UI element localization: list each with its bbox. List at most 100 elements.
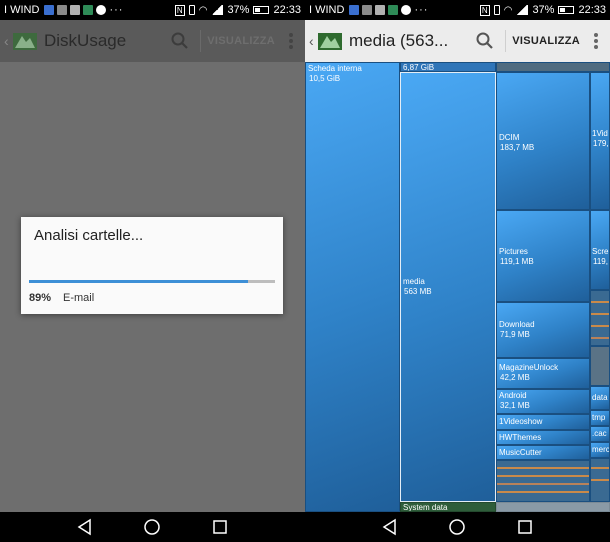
action-bar: ‹ DiskUsage VISUALIZZA: [0, 20, 305, 62]
overflow-menu-icon[interactable]: [594, 33, 598, 49]
diskusage-logo-icon[interactable]: [12, 30, 38, 52]
view-button[interactable]: VISUALIZZA: [207, 35, 275, 47]
tile-size: 71,9 MB: [500, 330, 530, 339]
treemap-tile[interactable]: media 563 MB: [400, 72, 496, 502]
nav-home-icon[interactable]: [448, 518, 466, 536]
treemap-stripe: [591, 467, 609, 469]
treemap-tile[interactable]: Pictures 119,1 MB: [496, 210, 590, 302]
treemap-tile[interactable]: .cac: [590, 426, 610, 442]
treemap-stripe: [497, 475, 589, 477]
treemap-tile[interactable]: Scre 119,: [590, 210, 610, 290]
diskusage-logo-icon[interactable]: [317, 30, 343, 52]
navigation-bar: [0, 512, 305, 542]
notification-icon: [362, 5, 373, 15]
treemap-tile[interactable]: System data: [400, 502, 496, 512]
notification-icon: [388, 5, 399, 15]
tile-name: System data: [403, 503, 448, 512]
tile-name: Android: [499, 391, 527, 400]
treemap-tile[interactable]: merc: [590, 442, 610, 458]
nav-back-icon[interactable]: [76, 518, 94, 536]
treemap-stripe: [591, 337, 609, 339]
tile-name: .cac: [592, 429, 607, 438]
treemap-tile[interactable]: MagazineUnlock 42,2 MB: [496, 358, 590, 389]
notification-icon: [70, 5, 81, 15]
treemap[interactable]: Scheda interna 10,5 GiB 6,87 GiB media 5…: [305, 62, 610, 512]
back-chevron-icon[interactable]: ‹: [4, 33, 12, 49]
progress-percent: 89%: [29, 292, 52, 304]
nav-home-icon[interactable]: [143, 518, 161, 536]
treemap-tile[interactable]: tmp: [590, 410, 610, 426]
more-notifications-icon: ···: [414, 4, 429, 16]
treemap-stripe: [497, 491, 589, 493]
view-button[interactable]: VISUALIZZA: [512, 35, 580, 47]
divider: [505, 30, 507, 52]
search-icon[interactable]: [475, 31, 495, 51]
overflow-menu-icon[interactable]: [289, 33, 293, 49]
tile-name: HWThemes: [499, 433, 542, 442]
treemap-tile[interactable]: 6,87 GiB: [400, 62, 496, 72]
battery-percent: 37%: [227, 4, 250, 16]
progress-fill: [29, 280, 248, 283]
right-screen: I WIND ··· N ◠ 37% 22:33 ‹ media (563...…: [305, 0, 610, 542]
tile-size: 10,5 GiB: [309, 74, 341, 83]
vibrate-icon: [493, 5, 500, 15]
treemap-tile[interactable]: [496, 62, 610, 72]
treemap-tile[interactable]: DCIM 183,7 MB: [496, 72, 590, 210]
tile-size: 119,: [593, 257, 608, 266]
tile-size: 183,7 MB: [500, 143, 535, 152]
carrier-label: I WIND: [309, 4, 345, 16]
more-notifications-icon: ···: [109, 4, 124, 16]
wifi-icon: ◠: [198, 4, 208, 16]
google-icon: [96, 5, 107, 15]
wifi-icon: ◠: [503, 4, 513, 16]
current-folder-label: E-mail: [63, 292, 95, 304]
treemap-tile[interactable]: Scheda interna 10,5 GiB: [305, 62, 400, 512]
treemap-stripe: [497, 467, 589, 469]
search-icon[interactable]: [170, 31, 190, 51]
tile-size: 32,1 MB: [500, 401, 530, 410]
tile-name: Pictures: [499, 247, 528, 256]
treemap-stripe: [497, 483, 589, 485]
nav-back-icon[interactable]: [381, 518, 399, 536]
treemap-stripe: [591, 325, 609, 327]
treemap-tile[interactable]: [590, 346, 610, 386]
tile-size: 42,2 MB: [500, 373, 530, 382]
back-chevron-icon[interactable]: ‹: [309, 33, 317, 49]
tile-name: MusicCutter: [499, 448, 542, 457]
tile-name: DCIM: [499, 133, 520, 142]
treemap-tile[interactable]: [496, 502, 610, 512]
tile-name: MagazineUnlock: [499, 363, 559, 372]
treemap-stripe: [591, 313, 609, 315]
notification-icon: [44, 5, 55, 15]
tile-size: 563 MB: [404, 287, 432, 296]
nfc-icon: N: [479, 4, 490, 16]
page-title: DiskUsage: [44, 31, 127, 50]
notification-icon: [57, 5, 68, 15]
treemap-tile[interactable]: [590, 290, 610, 346]
treemap-tile[interactable]: data: [590, 386, 610, 410]
treemap-tile[interactable]: MusicCutter: [496, 445, 590, 460]
treemap-tile[interactable]: 1Videoshow: [496, 414, 590, 430]
treemap-tile[interactable]: 1Vid 179,: [590, 72, 610, 210]
treemap-tile[interactable]: [590, 458, 610, 502]
status-bar: I WIND ··· N ◠ 37% 22:33: [305, 0, 610, 20]
signal-icon: [211, 5, 224, 15]
notification-icon: [375, 5, 386, 15]
treemap-tile[interactable]: Android 32,1 MB: [496, 389, 590, 414]
tile-name: 1Videoshow: [499, 417, 543, 426]
notification-icon: [349, 5, 360, 15]
treemap-tile[interactable]: HWThemes: [496, 430, 590, 445]
tile-name: Download: [499, 320, 535, 329]
page-title: media (563...: [349, 31, 449, 50]
battery-percent: 37%: [532, 4, 555, 16]
treemap-tile[interactable]: [496, 460, 590, 502]
progress-bar: [29, 280, 275, 283]
nav-recents-icon[interactable]: [211, 518, 229, 536]
left-screen: I WIND ··· N ◠ 37% 22:33 ‹ DiskUsage VIS…: [0, 0, 305, 542]
treemap-tile[interactable]: Download 71,9 MB: [496, 302, 590, 358]
nav-recents-icon[interactable]: [516, 518, 534, 536]
tile-name: data: [592, 393, 608, 402]
dialog-title: Analisi cartelle...: [34, 227, 144, 244]
tile-name: tmp: [592, 413, 606, 422]
tile-name: Scre: [592, 247, 609, 256]
